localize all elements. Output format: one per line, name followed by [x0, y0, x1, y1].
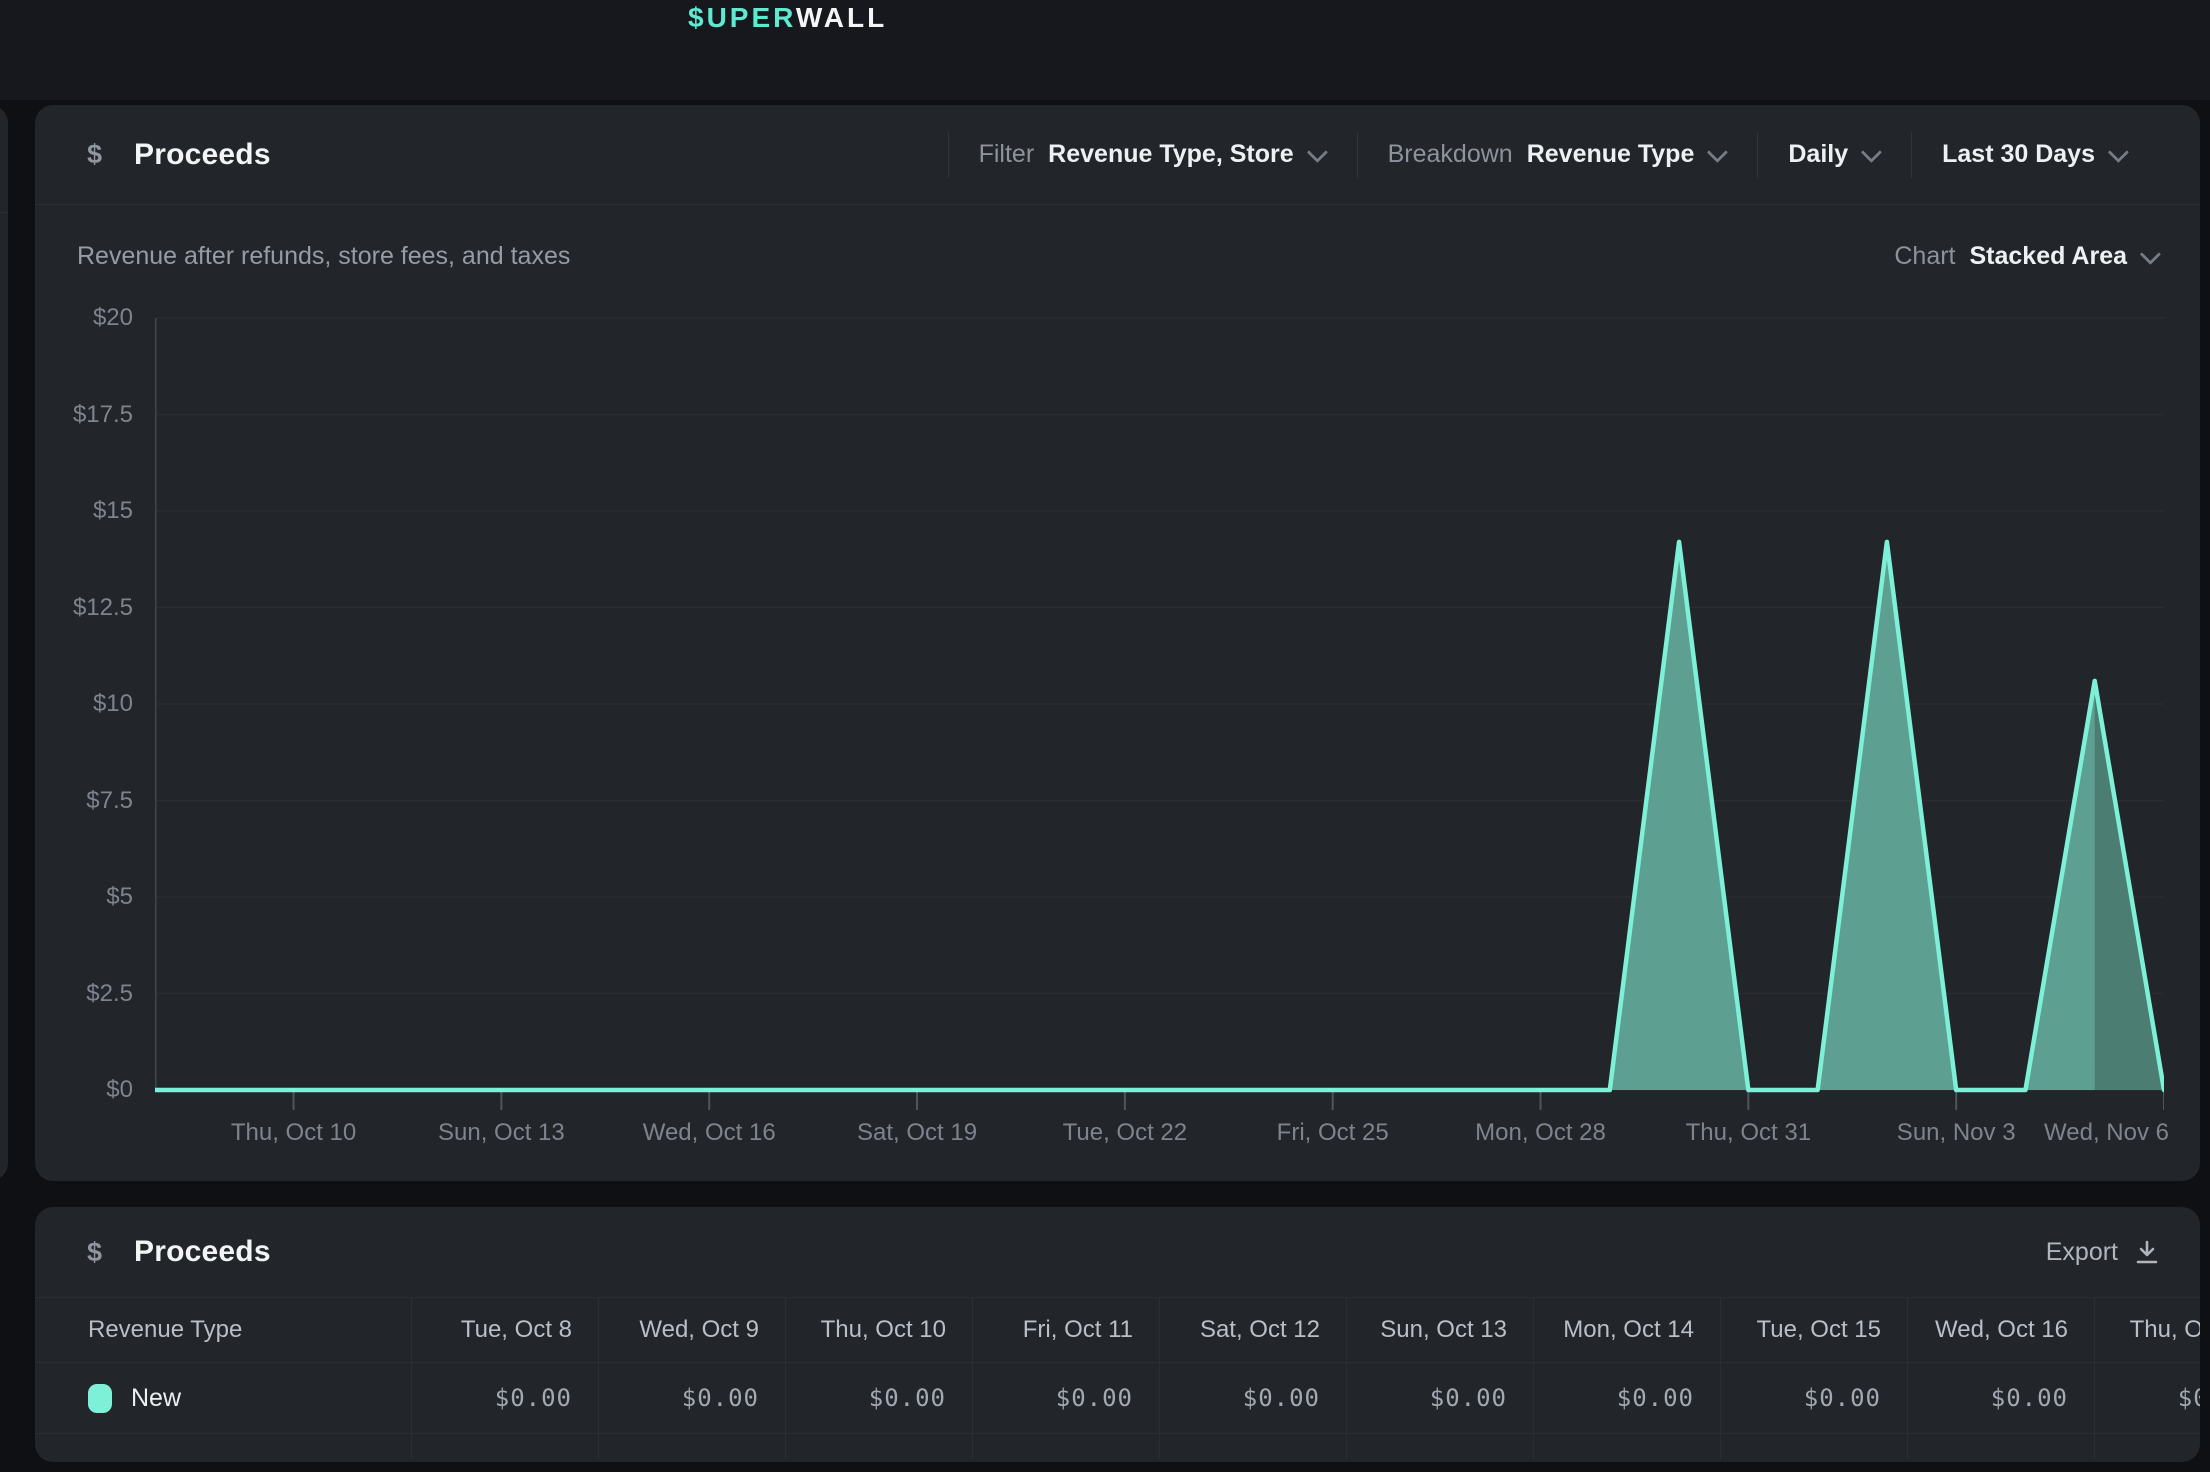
column-header: Sat, Oct 12 — [1159, 1298, 1346, 1362]
chevron-down-icon — [1707, 142, 1728, 163]
table-header-row: Revenue Type Tue, Oct 8Wed, Oct 9Thu, Oc… — [35, 1297, 2200, 1363]
y-axis-tick-label: $15 — [35, 496, 133, 526]
x-axis-tick-label: Wed, Nov 6 — [2044, 1118, 2169, 1148]
granularity-value: Daily — [1788, 140, 1848, 169]
logo-rest-text: WALL — [796, 2, 887, 33]
filter-separator — [1911, 132, 1912, 178]
x-axis-tick-label: Fri, Oct 25 — [1277, 1118, 1389, 1148]
filter-separator — [1757, 132, 1758, 178]
page-title: Proceeds — [134, 138, 271, 172]
table-value-cell: $0.00 — [2094, 1363, 2200, 1433]
filter-label: Filter — [979, 140, 1035, 169]
row-label-cell: New — [35, 1363, 411, 1433]
table-value-cell: $0.00 — [972, 1363, 1159, 1433]
breakdown-dropdown[interactable]: Breakdown Revenue Type — [1388, 140, 1728, 169]
y-axis-tick-label: $12.5 — [35, 593, 133, 623]
x-axis-tick-label: Sun, Nov 3 — [1897, 1118, 2016, 1148]
filter-value: Revenue Type, Store — [1048, 140, 1293, 169]
table-value-cell: $0.00 — [785, 1363, 972, 1433]
table-value-cell: $0.00 — [411, 1363, 598, 1433]
chart-type-dropdown[interactable]: Chart Stacked Area — [1894, 242, 2160, 271]
left-panel-divider — [0, 212, 8, 213]
table-value-cell: $0.00 — [1720, 1363, 1907, 1433]
proceeds-stacked-area-chart — [155, 310, 2164, 1120]
table-value-cell: $0.00 — [1159, 1363, 1346, 1433]
column-header: Wed, Oct 9 — [598, 1298, 785, 1362]
proceeds-card-header: $ Proceeds Filter Revenue Type, Store Br… — [35, 105, 2200, 205]
y-axis-tick-label: $10 — [35, 689, 133, 719]
table-row: New $0.00$0.00$0.00$0.00$0.00$0.00$0.00$… — [35, 1363, 2200, 1434]
date-range-value: Last 30 Days — [1942, 140, 2095, 169]
chevron-down-icon — [2108, 142, 2129, 163]
table-value-cell: $0.00 — [1907, 1363, 2094, 1433]
chart-type-label: Chart — [1894, 242, 1955, 271]
x-axis-tick-label: Sun, Oct 13 — [438, 1118, 565, 1148]
x-axis-tick-label: Mon, Oct 28 — [1475, 1118, 1606, 1148]
x-axis-tick-label: Thu, Oct 10 — [231, 1118, 356, 1148]
proceeds-table-card: $ Proceeds Export Revenue Type Tue, Oct … — [35, 1207, 2200, 1462]
export-button[interactable]: Export — [2046, 1207, 2160, 1297]
breakdown-label: Breakdown — [1388, 140, 1513, 169]
chevron-down-icon — [2140, 244, 2161, 265]
column-header-revenue-type: Revenue Type — [35, 1298, 411, 1362]
column-header: Mon, Oct 14 — [1533, 1298, 1720, 1362]
superwall-logo[interactable]: $UPERWALL — [688, 2, 887, 34]
table-value-cell: $0.00 — [598, 1363, 785, 1433]
y-axis-tick-label: $2.5 — [35, 979, 133, 1009]
column-header: Tue, Oct 15 — [1720, 1298, 1907, 1362]
proceeds-table: Revenue Type Tue, Oct 8Wed, Oct 9Thu, Oc… — [35, 1297, 2200, 1459]
dollar-icon: $ — [87, 1237, 102, 1268]
chart-type-value: Stacked Area — [1970, 242, 2128, 271]
column-header: Thu, Oct 10 — [785, 1298, 972, 1362]
x-axis-tick-label: Wed, Oct 16 — [643, 1118, 776, 1148]
table-value-cell: $0.00 — [1346, 1363, 1533, 1433]
table-value-cell: $0.00 — [1533, 1363, 1720, 1433]
top-navigation-bar: $UPERWALL — [0, 0, 2210, 100]
granularity-dropdown[interactable]: Daily — [1788, 140, 1881, 169]
y-axis-tick-label: $7.5 — [35, 786, 133, 816]
column-header: Wed, Oct 16 — [1907, 1298, 2094, 1362]
filter-separator — [1357, 132, 1358, 178]
column-header: Fri, Oct 11 — [972, 1298, 1159, 1362]
x-axis-tick-label: Thu, Oct 31 — [1686, 1118, 1811, 1148]
y-axis-tick-label: $5 — [35, 882, 133, 912]
chevron-down-icon — [1306, 142, 1327, 163]
export-label: Export — [2046, 1238, 2118, 1267]
date-range-dropdown[interactable]: Last 30 Days — [1942, 140, 2128, 169]
y-axis-tick-label: $0 — [35, 1075, 133, 1105]
proceeds-chart-card: $ Proceeds Filter Revenue Type, Store Br… — [35, 105, 2200, 1181]
filter-separator — [948, 132, 949, 178]
chart-subtitle: Revenue after refunds, store fees, and t… — [77, 242, 570, 271]
column-header: Tue, Oct 8 — [411, 1298, 598, 1362]
logo-accent-text: $UPER — [688, 2, 796, 33]
table-title: Proceeds — [134, 1235, 271, 1269]
row-label: New — [131, 1384, 181, 1413]
column-header: Thu, Oct 17 — [2094, 1298, 2200, 1362]
left-panel-sliver — [0, 105, 8, 1181]
chevron-down-icon — [1861, 142, 1882, 163]
dollar-icon: $ — [87, 139, 102, 170]
download-icon — [2134, 1239, 2160, 1265]
filter-dropdown[interactable]: Filter Revenue Type, Store — [979, 140, 1327, 169]
breakdown-value: Revenue Type — [1527, 140, 1695, 169]
series-color-swatch — [88, 1384, 112, 1413]
chart-filter-bar: Filter Revenue Type, Store Breakdown Rev… — [918, 105, 2128, 204]
y-axis-tick-label: $20 — [35, 303, 133, 333]
column-header: Sun, Oct 13 — [1346, 1298, 1533, 1362]
table-card-header: $ Proceeds Export — [35, 1207, 2200, 1297]
x-axis-tick-label: Tue, Oct 22 — [1063, 1118, 1188, 1148]
x-axis-tick-label: Sat, Oct 19 — [857, 1118, 977, 1148]
table-row-clipped — [35, 1434, 2200, 1459]
y-axis-tick-label: $17.5 — [35, 400, 133, 430]
